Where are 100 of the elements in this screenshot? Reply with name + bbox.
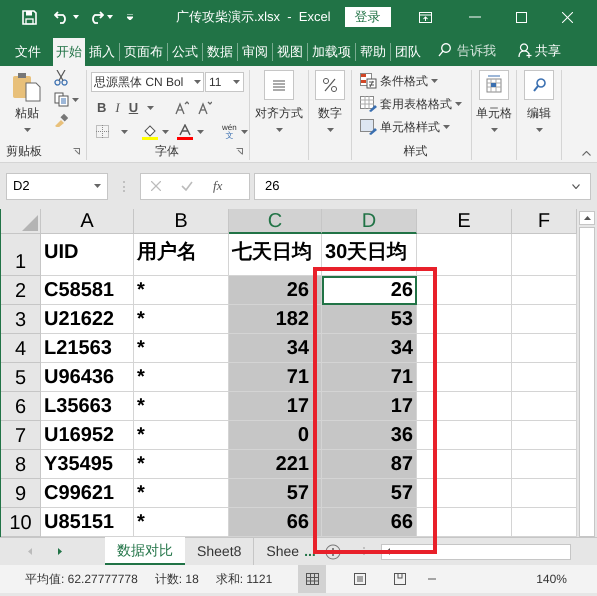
expand-icon[interactable]: [572, 184, 580, 188]
search-icon[interactable]: [438, 43, 451, 58]
dropdown-icon[interactable]: [326, 128, 334, 132]
menu-tab[interactable]: 公式: [169, 38, 201, 66]
cell-style-icon[interactable]: [360, 119, 377, 135]
minimize-icon[interactable]: [468, 16, 481, 18]
number-button[interactable]: 数字: [318, 104, 342, 122]
editing-button[interactable]: 编辑: [527, 104, 551, 122]
insert-function-button[interactable]: fx: [213, 176, 222, 196]
row-header[interactable]: 6: [1, 392, 41, 421]
scroll-up-button[interactable]: [579, 211, 595, 225]
styles-menu-item[interactable]: 条件格式: [380, 72, 428, 90]
decrease-font-icon[interactable]: [198, 100, 212, 115]
dropdown-icon[interactable]: [197, 130, 204, 134]
font-size-field[interactable]: 11: [205, 72, 244, 92]
dropdown-icon[interactable]: [162, 130, 169, 134]
row-header[interactable]: 5: [1, 363, 41, 392]
dropdown-icon[interactable]: [94, 184, 101, 188]
dropdown-icon[interactable]: [431, 79, 438, 83]
maximize-icon[interactable]: [516, 12, 527, 22]
conditional-format-icon[interactable]: [360, 73, 377, 89]
dropdown-icon[interactable]: [233, 80, 240, 84]
row-header[interactable]: 1: [1, 234, 41, 276]
borders-icon[interactable]: [96, 125, 109, 138]
row-header[interactable]: 2: [1, 276, 41, 305]
dropdown-icon[interactable]: [24, 128, 30, 132]
grid-icon[interactable]: [306, 573, 319, 585]
search-icon[interactable]: [524, 70, 554, 100]
paste-icon[interactable]: [12, 72, 42, 102]
page-layout-icon[interactable]: [354, 573, 366, 585]
dropdown-icon[interactable]: [147, 106, 154, 110]
italic-button[interactable]: I: [115, 98, 120, 118]
share-button[interactable]: 共享: [535, 40, 561, 60]
left-arrow-icon[interactable]: [386, 548, 390, 555]
row-header[interactable]: 9: [1, 479, 41, 508]
menu-tab[interactable]: 加载项: [309, 38, 354, 66]
normal-view-button[interactable]: [298, 565, 326, 593]
page-break-icon[interactable]: [394, 573, 406, 585]
align-icon[interactable]: [264, 70, 294, 100]
format-painter-icon[interactable]: [54, 113, 68, 127]
bold-button[interactable]: B: [97, 98, 106, 118]
dropdown-icon[interactable]: [194, 80, 201, 84]
dropdown-icon[interactable]: [72, 98, 79, 102]
increase-font-icon[interactable]: [175, 100, 190, 115]
customize-toolbar-icon[interactable]: [127, 14, 133, 20]
dropdown-icon[interactable]: [240, 130, 248, 134]
formula-field[interactable]: 26: [254, 172, 591, 200]
ribbon-display-icon[interactable]: [418, 12, 432, 22]
menu-tab[interactable]: 团队: [392, 38, 424, 66]
phonetic-button[interactable]: wén 文: [222, 124, 237, 140]
dropdown-icon[interactable]: [121, 130, 128, 134]
menu-tab[interactable]: 文件: [12, 38, 44, 66]
next-sheet-icon[interactable]: [58, 548, 62, 555]
cut-icon[interactable]: [54, 70, 68, 86]
styles-menu-item[interactable]: 套用表格格式: [380, 95, 452, 113]
horizontal-scrollbar[interactable]: [380, 544, 571, 560]
scroll-thumb[interactable]: [579, 227, 595, 537]
alignment-button[interactable]: 对齐方式: [255, 104, 303, 122]
menu-tab[interactable]: 数据: [204, 38, 236, 66]
collapse-ribbon-icon[interactable]: [582, 151, 591, 156]
column-header[interactable]: E: [417, 209, 512, 234]
row-header[interactable]: 8: [1, 450, 41, 479]
caret-icon[interactable]: [73, 15, 79, 19]
styles-menu-item[interactable]: 单元格样式: [380, 118, 440, 136]
column-header[interactable]: C: [229, 209, 322, 234]
dropdown-icon[interactable]: [276, 128, 282, 132]
add-sheet-icon[interactable]: [324, 544, 341, 560]
dropdown-icon[interactable]: [536, 128, 542, 132]
row-header[interactable]: 4: [1, 334, 41, 363]
dialog-launcher-icon[interactable]: [236, 148, 243, 154]
menu-tab[interactable]: 开始: [53, 38, 85, 66]
menu-tab[interactable]: 帮助: [357, 38, 389, 66]
cells-button[interactable]: 单元格: [476, 104, 512, 122]
column-header[interactable]: A: [41, 209, 134, 234]
column-header[interactable]: D: [322, 209, 417, 234]
caret-icon[interactable]: [107, 15, 113, 19]
tell-me-field[interactable]: 告诉我: [457, 40, 496, 60]
font-color-icon[interactable]: [177, 124, 193, 140]
row-header[interactable]: 7: [1, 421, 41, 450]
percent-icon[interactable]: [315, 70, 345, 100]
fill-color-icon[interactable]: [142, 124, 158, 140]
dropdown-icon[interactable]: [490, 128, 498, 132]
font-name-field[interactable]: 思源黑体 CN Bol: [91, 72, 204, 92]
sheet-tab[interactable]: Shee: [254, 538, 302, 565]
dropdown-icon[interactable]: [455, 102, 462, 106]
name-box[interactable]: D2: [6, 172, 108, 200]
dropdown-icon[interactable]: [443, 125, 450, 129]
row-header[interactable]: 3: [1, 305, 41, 334]
menu-tab[interactable]: 插入: [86, 38, 118, 66]
cells-icon[interactable]: [479, 70, 509, 100]
copy-icon[interactable]: [54, 92, 69, 107]
underline-button[interactable]: U: [128, 98, 138, 118]
up-arrow-icon[interactable]: [584, 216, 590, 220]
person-icon[interactable]: [518, 42, 533, 58]
close-icon[interactable]: [562, 12, 573, 22]
row-header[interactable]: 10: [1, 508, 41, 537]
menu-tab[interactable]: 视图: [274, 38, 306, 66]
table-format-icon[interactable]: [360, 96, 377, 112]
sheet-tab[interactable]: 数据对比: [105, 537, 185, 565]
dialog-launcher-icon[interactable]: [73, 148, 80, 154]
